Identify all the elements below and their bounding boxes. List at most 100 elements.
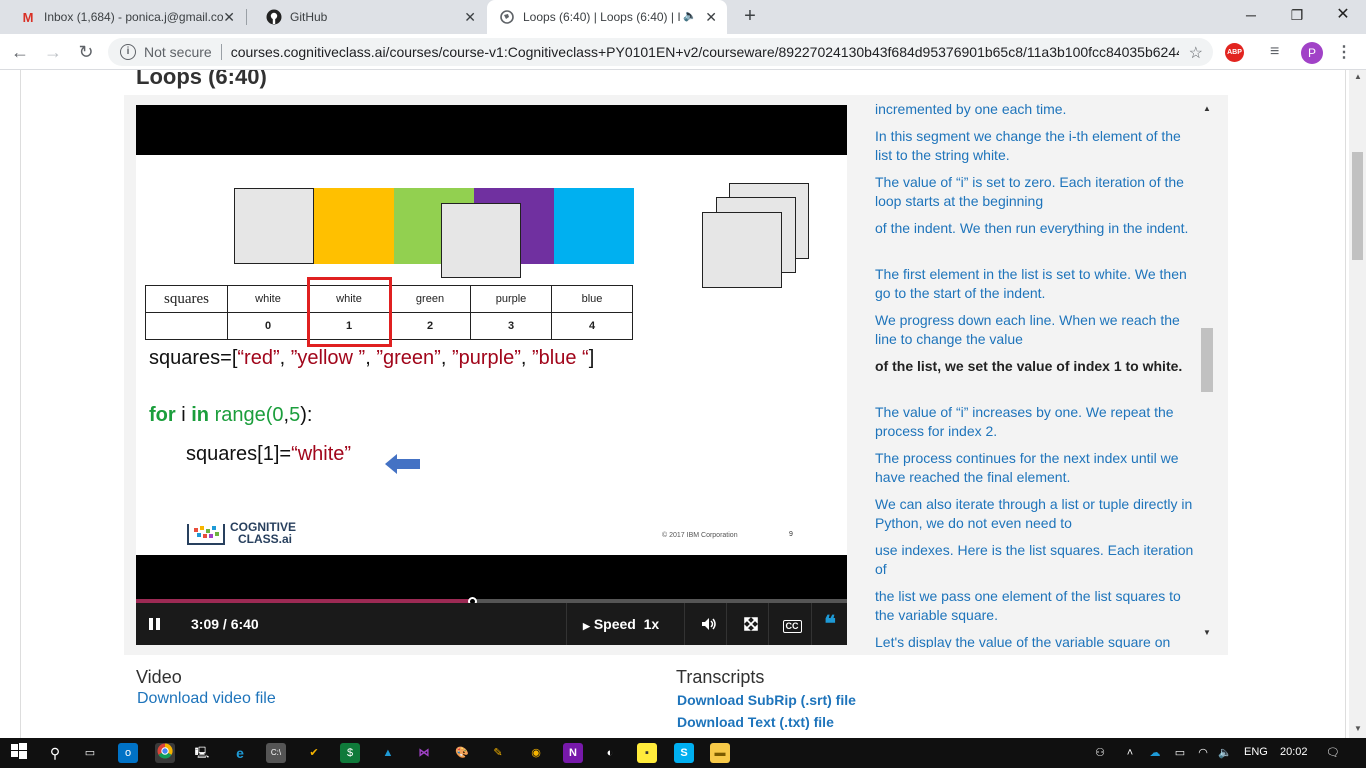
task-view-icon[interactable]: ▭ — [80, 743, 100, 763]
fullscreen-button[interactable] — [736, 603, 766, 645]
browser-tab-bar: M Inbox (1,684) - ponica.j@gmail.co ✕ Gi… — [0, 0, 1366, 34]
adblock-icon[interactable]: ABP — [1225, 43, 1244, 62]
sticky-icon[interactable]: ✎ — [488, 743, 508, 763]
reload-button[interactable]: ↻ — [74, 40, 98, 64]
page-scrollbar[interactable]: ▲ ▼ — [1349, 70, 1366, 738]
onedrive-icon[interactable]: ☁ — [1145, 743, 1165, 763]
back-button[interactable]: ← — [8, 40, 32, 64]
download-video-link[interactable]: Download video file — [137, 690, 276, 708]
tab-label: Loops (6:40) | Loops (6:40) | I — [523, 10, 681, 24]
transcript-line[interactable]: The value of “i” increases by one. We re… — [875, 403, 1200, 441]
clock[interactable]: 20:02 — [1280, 746, 1308, 758]
wifi-icon[interactable]: ◠ — [1193, 743, 1213, 763]
norton-icon[interactable]: ✔ — [304, 743, 324, 763]
speaker-icon[interactable]: 🔈 — [683, 9, 697, 22]
transcript-line[interactable]: We can also iterate through a list or tu… — [875, 495, 1200, 533]
onenote-icon[interactable]: N — [563, 743, 583, 763]
tab-github[interactable]: GitHub ✕ — [246, 0, 486, 34]
media-control-icon[interactable]: ≡ — [1270, 43, 1279, 61]
close-window-button[interactable]: ✕ — [1320, 0, 1366, 30]
chevron-up-icon[interactable]: ˄ — [1120, 743, 1140, 763]
cmd-icon[interactable]: C:\ — [266, 743, 286, 763]
outlook-icon[interactable]: o — [118, 743, 138, 763]
scroll-up-icon[interactable]: ▲ — [1354, 72, 1362, 81]
close-icon[interactable]: ✕ — [464, 9, 476, 26]
address-bar[interactable]: i Not secure courses.cognitiveclass.ai/c… — [108, 38, 1213, 66]
forward-button[interactable]: → — [41, 40, 65, 64]
close-icon[interactable]: ✕ — [223, 9, 235, 26]
battery-icon[interactable]: ▭ — [1170, 743, 1190, 763]
star-icon[interactable]: ☆ — [1189, 43, 1203, 63]
sticky-notes-icon[interactable]: ▪ — [637, 743, 657, 763]
transcript-line[interactable]: of the indent. We then run everything in… — [875, 219, 1200, 238]
highlight-box — [307, 277, 392, 347]
transcript-line[interactable]: Let's display the value of the variable … — [875, 633, 1200, 648]
scrollbar-thumb[interactable] — [1352, 152, 1363, 260]
video-player[interactable]: squares white white green purple blue 0 … — [136, 105, 847, 645]
maximize-button[interactable]: ❐ — [1274, 0, 1320, 30]
transcript-line[interactable]: use indexes. Here is the list squares. E… — [875, 541, 1200, 579]
transcript-toggle-button[interactable]: ❝ — [818, 603, 842, 645]
scroll-up-icon[interactable]: ▲ — [1203, 104, 1211, 113]
paint-icon[interactable]: 🎨 — [452, 743, 472, 763]
not-secure-label: Not secure — [144, 44, 212, 60]
volume-icon — [702, 618, 716, 630]
table-cell: 0 — [227, 312, 309, 340]
url-text[interactable]: courses.cognitiveclass.ai/courses/course… — [231, 44, 1179, 60]
code-string: “red” — [237, 347, 280, 369]
pause-button[interactable] — [148, 603, 168, 645]
tab-gmail[interactable]: M Inbox (1,684) - ponica.j@gmail.co ✕ — [0, 0, 245, 34]
folder-icon[interactable]: ▬ — [710, 743, 730, 763]
transcript-line[interactable]: incremented by one each time. — [875, 100, 1200, 119]
code-number: 0 — [272, 404, 284, 426]
scrollbar-thumb[interactable] — [1201, 328, 1213, 392]
download-txt-link[interactable]: Download Text (.txt) file — [677, 714, 834, 730]
file-explorer-icon[interactable]: 🖳 — [192, 743, 212, 763]
search-icon[interactable]: ⚲ — [45, 743, 65, 763]
menu-icon[interactable]: ⋮ — [1336, 42, 1352, 62]
transcript-line[interactable]: The process continues for the next index… — [875, 449, 1200, 487]
new-tab-button[interactable]: + — [738, 4, 762, 28]
logo-line: CLASS.ai — [238, 532, 293, 546]
tab-label: GitHub — [290, 10, 328, 24]
volume-button[interactable] — [694, 603, 724, 645]
money-app-icon[interactable]: $ — [340, 743, 360, 763]
minimize-button[interactable]: ─ — [1228, 0, 1274, 30]
download-srt-link[interactable]: Download SubRip (.srt) file — [677, 692, 856, 708]
notification-icon[interactable]: 🗨 — [1323, 743, 1343, 763]
tab-loops[interactable]: Loops (6:40) | Loops (6:40) | I 🔈 ✕ — [487, 0, 727, 34]
avatar[interactable]: P — [1301, 42, 1323, 64]
transcript-panel[interactable]: incremented by one each time. In this se… — [847, 98, 1215, 648]
transcript-line[interactable]: The first element in the list is set to … — [875, 265, 1200, 303]
transcript-line[interactable]: The value of “i” is set to zero. Each it… — [875, 173, 1200, 211]
scroll-down-icon[interactable]: ▼ — [1354, 724, 1362, 733]
app-icon[interactable]: ◐ — [600, 743, 620, 763]
info-icon[interactable]: i — [120, 44, 136, 60]
code-text: ): — [300, 404, 313, 426]
slide-number: 9 — [789, 531, 793, 538]
media-icon[interactable]: ◉ — [526, 743, 546, 763]
transcript-line[interactable]: the list we pass one element of the list… — [875, 587, 1200, 625]
table-cell: 4 — [551, 312, 633, 340]
volume-icon[interactable]: 🔈 — [1215, 743, 1235, 763]
speed-button[interactable]: ▶ Speed 1x — [583, 603, 659, 645]
code-string: ”green” — [376, 347, 441, 369]
close-icon[interactable]: ✕ — [705, 9, 717, 26]
edge-icon[interactable]: e — [230, 743, 250, 763]
visual-studio-icon[interactable]: ⋈ — [414, 743, 434, 763]
scroll-down-icon[interactable]: ▼ — [1203, 628, 1211, 637]
skype-icon[interactable]: S — [674, 743, 694, 763]
windows-start-icon[interactable] — [9, 743, 29, 763]
captions-button[interactable]: CC — [777, 603, 807, 645]
azure-icon[interactable]: ▲ — [378, 743, 398, 763]
transcript-scrollbar[interactable]: ▲ ▼ — [1199, 98, 1215, 648]
transcript-line[interactable]: In this segment we change the i-th eleme… — [875, 127, 1200, 165]
transcript-line-current[interactable]: of the list, we set the value of index 1… — [875, 357, 1200, 376]
transcript-line[interactable]: We progress down each line. When we reac… — [875, 311, 1200, 349]
stack-square — [702, 212, 782, 288]
divider — [220, 44, 222, 60]
chrome-icon[interactable] — [155, 743, 175, 763]
language-indicator[interactable]: ENG — [1244, 746, 1268, 758]
code-keyword: for — [149, 404, 176, 426]
people-icon[interactable]: ⚇ — [1090, 743, 1110, 763]
